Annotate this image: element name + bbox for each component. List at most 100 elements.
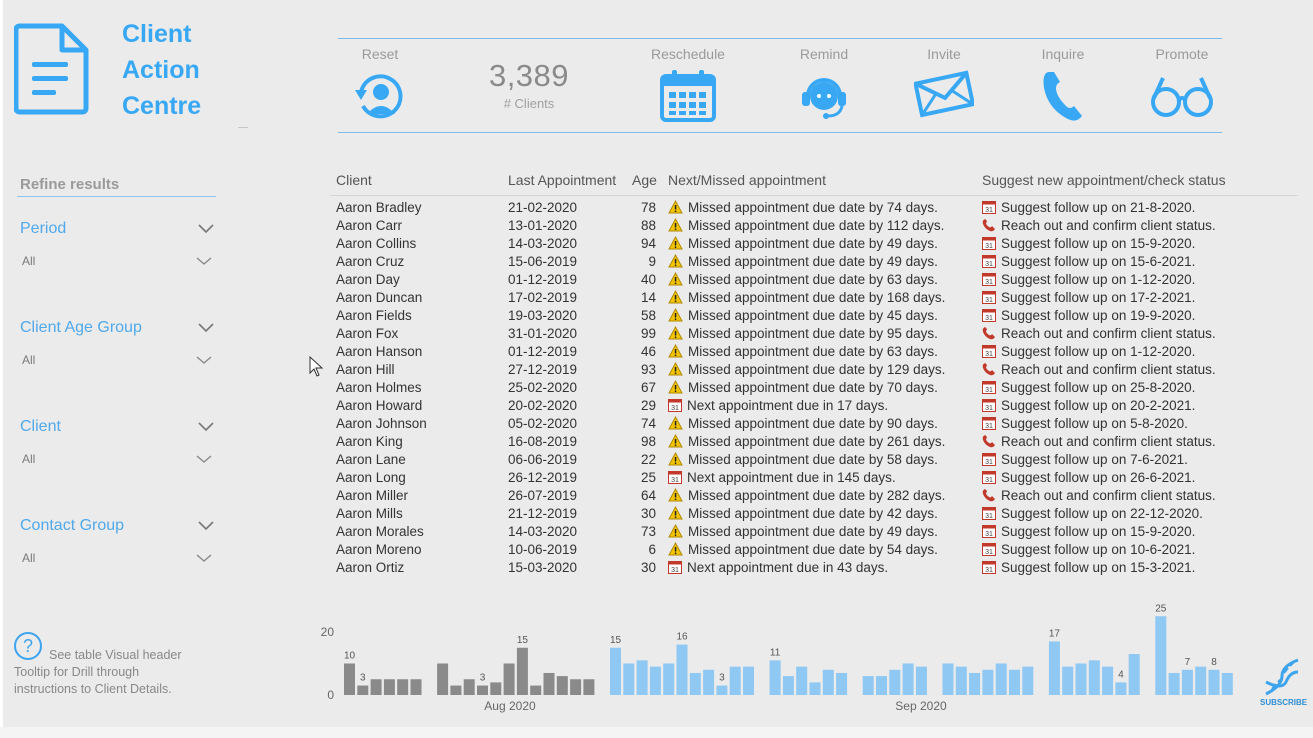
chart-bar[interactable]	[1168, 672, 1180, 695]
chart-bar[interactable]	[915, 666, 927, 695]
chart-bar[interactable]	[450, 685, 462, 695]
chart-bar[interactable]	[902, 663, 914, 696]
chart-bar[interactable]	[1155, 616, 1167, 695]
chart-bar[interactable]	[1062, 666, 1074, 695]
chart-bar[interactable]	[370, 679, 382, 695]
chart-bar[interactable]	[836, 672, 848, 695]
chart-bar[interactable]	[344, 663, 355, 696]
chart-bar[interactable]	[1221, 672, 1233, 695]
table-row[interactable]: Aaron Bradley 21-02-2020 78 Missed appointm…	[330, 199, 1298, 217]
table-row[interactable]: Aaron Lane 06-06-2019 22 Missed appointment…	[330, 451, 1298, 469]
chart-bar[interactable]	[437, 663, 449, 696]
chart-bar[interactable]	[689, 672, 701, 695]
chevron-down-icon[interactable]	[198, 422, 214, 432]
table-row[interactable]: Aaron Ortiz 15-03-2020 30 31 Next appointmen…	[330, 559, 1298, 577]
promote-button[interactable]: Promote	[1132, 46, 1232, 120]
table-row[interactable]: Aaron Holmes 25-02-2020 67 Missed appointme…	[330, 379, 1298, 397]
table-row[interactable]: Aaron Morales 14-03-2020 73 Missed appointm…	[330, 523, 1298, 541]
chart-bar[interactable]	[862, 676, 874, 695]
chart-bar[interactable]	[1181, 669, 1193, 695]
reset-button[interactable]: Reset	[330, 46, 430, 124]
chart-bar[interactable]	[716, 685, 728, 695]
chart-bar[interactable]	[769, 660, 781, 695]
column-header-age[interactable]: Age	[632, 172, 657, 188]
table-row[interactable]: Aaron Day 01-12-2019 40 Missed appointment …	[330, 271, 1298, 289]
chart-bar[interactable]	[556, 676, 568, 695]
column-header-suggest[interactable]: Suggest new appointment/check status	[982, 172, 1226, 188]
chart-bar[interactable]	[583, 679, 595, 695]
chart-bar[interactable]	[1195, 666, 1207, 695]
chart-bar[interactable]	[729, 666, 741, 695]
chart-bar[interactable]	[663, 663, 675, 696]
chart-bar[interactable]	[383, 679, 395, 695]
chart-bar[interactable]	[676, 644, 688, 695]
table-row[interactable]: Aaron King 16-08-2019 98 Missed appointment…	[330, 433, 1298, 451]
chart-bar[interactable]	[782, 676, 794, 695]
table-row[interactable]: Aaron Duncan 17-02-2019 14 Missed appointme…	[330, 289, 1298, 307]
chart-bar[interactable]	[1022, 666, 1034, 695]
table-row[interactable]: Aaron Fox 31-01-2020 99 Missed appointment …	[330, 325, 1298, 343]
table-row[interactable]: Aaron Mills 21-12-2019 30 Missed appointmen…	[330, 505, 1298, 523]
chart-bar[interactable]	[822, 669, 834, 695]
reschedule-button[interactable]: Reschedule	[638, 46, 738, 124]
chart-bar[interactable]	[1208, 669, 1220, 695]
chart-bar[interactable]	[530, 685, 542, 695]
subscribe-label[interactable]: SUBSCRIBE	[1260, 698, 1307, 707]
chart-bar[interactable]	[477, 685, 488, 695]
chevron-down-icon[interactable]	[198, 224, 214, 234]
column-header-next-missed[interactable]: Next/Missed appointment	[668, 172, 826, 188]
chevron-down-icon[interactable]	[198, 323, 214, 333]
chart-bar[interactable]	[490, 682, 502, 695]
chart-bar[interactable]	[623, 663, 635, 696]
chart-bar[interactable]	[796, 666, 808, 695]
table-row[interactable]: Aaron Fields 19-03-2020 58 Missed appointme…	[330, 307, 1298, 325]
chart-bar[interactable]	[1102, 666, 1114, 695]
chart-bar[interactable]	[1115, 682, 1127, 695]
inquire-button[interactable]: Inquire	[1013, 46, 1113, 124]
chart-bar[interactable]	[1075, 663, 1087, 696]
chart-bar[interactable]	[397, 679, 409, 695]
chart-bar[interactable]	[942, 663, 954, 696]
chart-bar[interactable]	[703, 669, 715, 695]
chart-bar[interactable]	[636, 660, 648, 695]
table-row[interactable]: Aaron Hanson 01-12-2019 46 Missed appointme…	[330, 343, 1298, 361]
chart-bar[interactable]	[969, 672, 981, 695]
chart-bar[interactable]	[516, 647, 528, 695]
chart-bar[interactable]	[1048, 641, 1060, 695]
chart-bar[interactable]	[743, 666, 754, 695]
table-row[interactable]: Aaron Carr 13-01-2020 88 Missed appointment…	[330, 217, 1298, 235]
chevron-down-icon[interactable]	[196, 554, 212, 563]
chart-bar[interactable]	[1128, 654, 1140, 695]
table-row[interactable]: Aaron Johnson 05-02-2020 74 Missed appointm…	[330, 415, 1298, 433]
chart-bar[interactable]	[809, 682, 821, 695]
chart-bar[interactable]	[543, 672, 555, 695]
chevron-down-icon[interactable]	[196, 257, 212, 266]
chart-bar[interactable]	[876, 676, 887, 695]
table-row[interactable]: Aaron Long 26-12-2019 25 31 Next appointment…	[330, 469, 1298, 487]
chart-bar[interactable]	[982, 669, 994, 695]
chart-bar[interactable]	[1088, 660, 1100, 695]
dna-subscribe-icon[interactable]	[1262, 656, 1302, 698]
chart-bar[interactable]	[995, 663, 1007, 696]
filter-value[interactable]: All	[22, 254, 35, 268]
table-row[interactable]: Aaron Howard 20-02-2020 29 31 Next appointme…	[330, 397, 1298, 415]
table-row[interactable]: Aaron Moreno 10-06-2019 6 Missed appointmen…	[330, 541, 1298, 559]
chart-bar[interactable]	[1009, 669, 1020, 695]
table-row[interactable]: Aaron Hill 27-12-2019 93 Missed appointment…	[330, 361, 1298, 379]
chevron-down-icon[interactable]	[198, 521, 214, 531]
chart-bar[interactable]	[889, 669, 901, 695]
filter-value[interactable]: All	[22, 551, 35, 565]
remind-button[interactable]: Remind	[774, 46, 874, 124]
chart-bar[interactable]	[410, 679, 422, 695]
filter-value[interactable]: All	[22, 353, 35, 367]
column-header-last-appointment[interactable]: Last Appointment	[508, 172, 616, 188]
chevron-down-icon[interactable]	[196, 455, 212, 464]
chart-bar[interactable]	[463, 679, 475, 695]
table-row[interactable]: Aaron Miller 26-07-2019 64 Missed appointme…	[330, 487, 1298, 505]
chevron-down-icon[interactable]	[196, 356, 212, 365]
chart-bar[interactable]	[357, 685, 369, 695]
chart-bar[interactable]	[649, 666, 661, 695]
chart-bar[interactable]	[570, 679, 582, 695]
table-row[interactable]: Aaron Cruz 15-06-2019 9 Missed appointment …	[330, 253, 1298, 271]
table-row[interactable]: Aaron Collins 14-03-2020 94 Missed appointm…	[330, 235, 1298, 253]
